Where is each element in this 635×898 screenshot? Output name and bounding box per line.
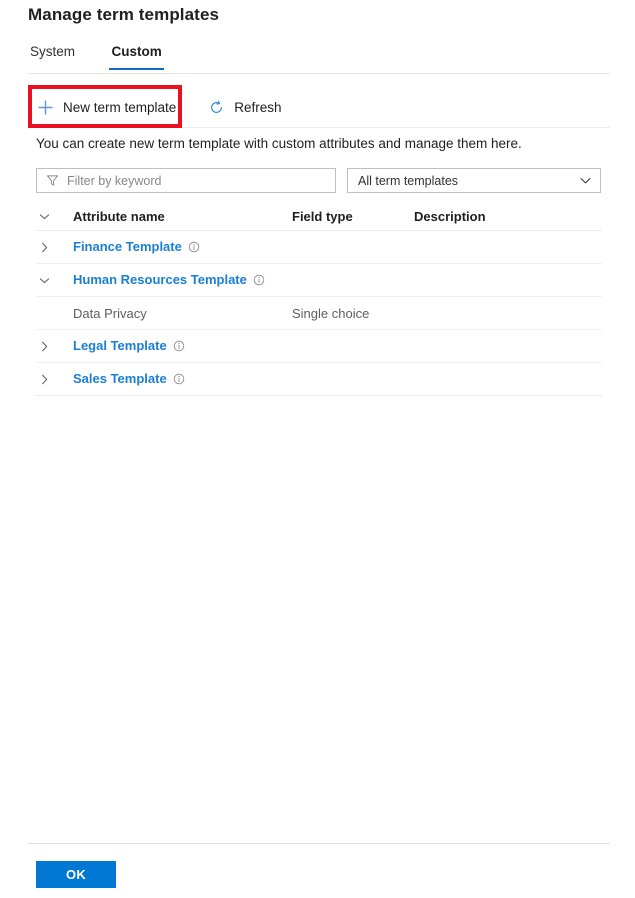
command-bar: New term template Refresh [28,90,293,124]
column-header-attribute-name[interactable]: Attribute name [73,209,292,224]
plus-icon [36,98,54,116]
helper-text: You can create new term template with cu… [36,136,522,151]
row-expand-toggle[interactable] [36,239,73,255]
template-link[interactable]: Human Resources Template [73,272,266,287]
template-name: Legal Template [73,338,167,353]
attribute-name-cell: Data Privacy [73,305,147,321]
tab-custom[interactable]: Custom [109,43,164,70]
row-collapse-toggle[interactable] [36,272,73,288]
table-row[interactable]: Human Resources Template [36,264,602,297]
table-row[interactable]: Legal Template [36,330,602,363]
chevron-down-icon [36,272,52,288]
refresh-button[interactable]: Refresh [199,91,292,123]
template-name: Human Resources Template [73,272,247,287]
footer-divider [28,843,610,844]
refresh-icon [207,98,225,116]
new-term-template-button[interactable]: New term template [28,91,187,123]
filter-search-box[interactable] [36,168,336,193]
filter-icon [45,174,59,188]
refresh-label: Refresh [234,99,282,115]
new-term-template-label: New term template [63,99,177,115]
info-icon[interactable] [173,372,186,385]
template-link[interactable]: Legal Template [73,338,186,353]
row-expand-toggle[interactable] [36,371,73,387]
column-header-field-type[interactable]: Field type [292,209,414,224]
template-name: Finance Template [73,239,182,254]
table-row[interactable]: Finance Template [36,231,602,264]
manage-term-templates-dialog: Manage term templates System Custom New … [0,0,635,898]
term-template-select-value: All term templates [358,173,459,188]
tab-system[interactable]: System [28,43,77,70]
collapse-all-toggle[interactable] [36,208,73,224]
chevron-right-icon [36,338,52,354]
template-link[interactable]: Sales Template [73,371,186,386]
tab-list: System Custom [28,43,610,73]
chevron-right-icon [36,371,52,387]
filter-row: All term templates [36,168,602,193]
commandbar-divider [28,127,610,128]
template-link[interactable]: Finance Template [73,239,201,254]
info-icon[interactable] [173,339,186,352]
tabbar-divider [28,73,610,74]
info-icon[interactable] [188,240,201,253]
row-expand-toggle[interactable] [36,338,73,354]
column-header-description[interactable]: Description [414,209,602,224]
chevron-down-icon [36,208,52,224]
chevron-down-icon [578,174,592,188]
table-row[interactable]: Sales Template [36,363,602,396]
template-name: Sales Template [73,371,167,386]
field-type-cell: Single choice [292,305,370,321]
info-icon[interactable] [253,273,266,286]
table-header-row: Attribute name Field type Description [36,202,602,231]
term-templates-table: Attribute name Field type Description Fi… [36,202,602,396]
filter-search-input[interactable] [65,172,327,189]
chevron-right-icon [36,239,52,255]
ok-button[interactable]: OK [36,861,116,888]
page-title: Manage term templates [28,5,220,24]
term-template-select[interactable]: All term templates [347,168,601,193]
table-row[interactable]: Data Privacy Single choice [36,297,602,330]
